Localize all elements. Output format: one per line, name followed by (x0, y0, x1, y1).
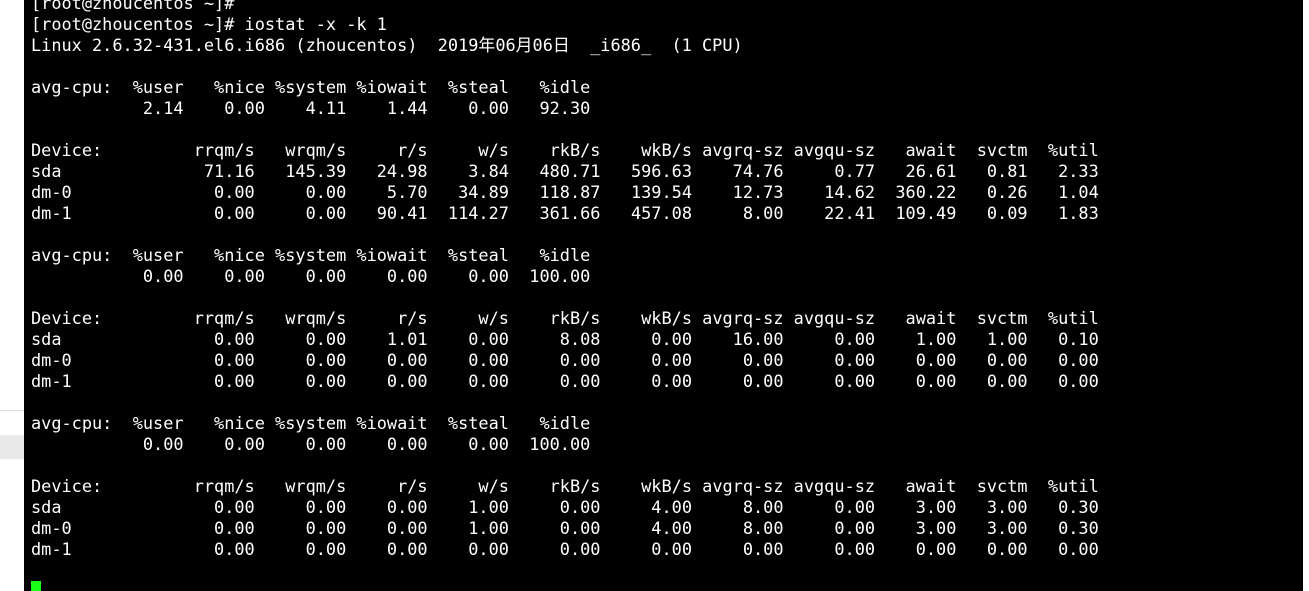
device-row: sda 0.00 0.00 1.01 0.00 8.08 0.00 16.00 … (31, 329, 1099, 349)
left-panel-tab[interactable] (0, 435, 24, 459)
device-row: dm-1 0.00 0.00 0.00 0.00 0.00 0.00 0.00 … (31, 371, 1099, 391)
terminal-line-system: Linux 2.6.32-431.el6.i686 (zhoucentos) 2… (31, 35, 743, 55)
left-panel-divider (0, 410, 24, 411)
device-row: dm-0 0.00 0.00 5.70 34.89 118.87 139.54 … (31, 182, 1099, 202)
device-row: dm-1 0.00 0.00 90.41 114.27 361.66 457.0… (31, 203, 1099, 223)
cpu-values: 0.00 0.00 0.00 0.00 0.00 100.00 (31, 434, 591, 454)
cpu-header: avg-cpu: %user %nice %system %iowait %st… (31, 413, 591, 433)
device-header: Device: rrqm/s wrqm/s r/s w/s rkB/s wkB/… (31, 476, 1099, 496)
device-row: sda 71.16 145.39 24.98 3.84 480.71 596.6… (31, 161, 1099, 181)
device-row: dm-0 0.00 0.00 0.00 1.00 0.00 4.00 8.00 … (31, 518, 1099, 538)
device-row: sda 0.00 0.00 0.00 1.00 0.00 4.00 8.00 0… (31, 497, 1099, 517)
cpu-header: avg-cpu: %user %nice %system %iowait %st… (31, 245, 591, 265)
terminal-line-command: [root@zhoucentos ~]# iostat -x -k 1 (31, 14, 387, 34)
cpu-values: 0.00 0.00 0.00 0.00 0.00 100.00 (31, 266, 591, 286)
device-row: dm-0 0.00 0.00 0.00 0.00 0.00 0.00 0.00 … (31, 350, 1099, 370)
right-edge-panel (1303, 0, 1309, 591)
cpu-values: 2.14 0.00 4.11 1.44 0.00 92.30 (31, 98, 591, 118)
device-row: dm-1 0.00 0.00 0.00 0.00 0.00 0.00 0.00 … (31, 539, 1099, 559)
device-header: Device: rrqm/s wrqm/s r/s w/s rkB/s wkB/… (31, 308, 1099, 328)
screenshot: [root@zhoucentos ~]# [root@zhoucentos ~]… (0, 0, 1309, 591)
terminal-cursor (31, 581, 41, 591)
terminal-window[interactable]: [root@zhoucentos ~]# [root@zhoucentos ~]… (24, 0, 1303, 591)
cpu-header: avg-cpu: %user %nice %system %iowait %st… (31, 77, 591, 97)
terminal-line-prompt-prev: [root@zhoucentos ~]# (31, 0, 235, 13)
left-side-panel (0, 0, 24, 591)
terminal-output: [root@zhoucentos ~]# [root@zhoucentos ~]… (31, 0, 1099, 560)
device-header: Device: rrqm/s wrqm/s r/s w/s rkB/s wkB/… (31, 140, 1099, 160)
